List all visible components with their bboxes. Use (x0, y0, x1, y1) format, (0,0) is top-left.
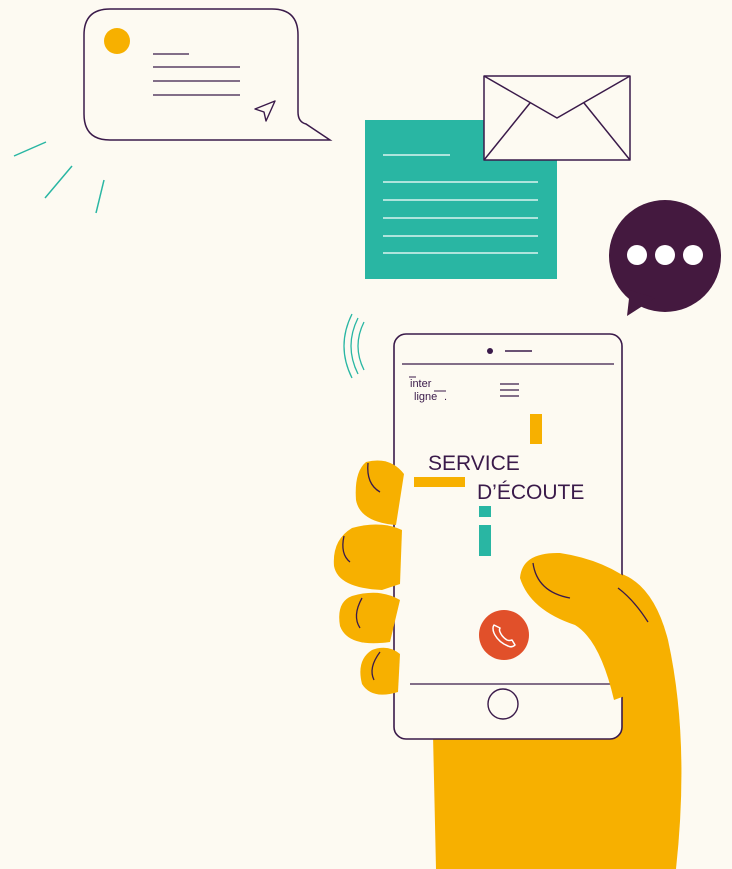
accent-teal-tall (479, 525, 491, 556)
speech-bubble (609, 200, 721, 316)
sparkle-lines (13, 141, 105, 214)
headline-line2: D’ÉCOUTE (477, 481, 584, 504)
camera-dot (487, 348, 493, 354)
envelope-icon (483, 75, 631, 161)
avatar-dot (104, 28, 130, 54)
call-button[interactable] (479, 610, 529, 660)
accent-teal-small (479, 506, 491, 517)
logo-suffix: . (444, 391, 447, 403)
illustration-canvas: inter ligne . SERVICE D’ÉCOUTE (13, 8, 721, 869)
ellipsis-icon (627, 245, 703, 265)
phone: inter ligne . SERVICE D’ÉCOUTE (393, 333, 623, 740)
headline-line1: SERVICE (428, 452, 520, 475)
signal-waves (343, 313, 365, 379)
accent-yellow-horizontal (414, 477, 465, 487)
chat-bubble-card (83, 8, 333, 141)
accent-yellow-vertical (530, 414, 542, 444)
logo-line1: inter (410, 378, 432, 390)
logo-line2: ligne (414, 391, 437, 403)
